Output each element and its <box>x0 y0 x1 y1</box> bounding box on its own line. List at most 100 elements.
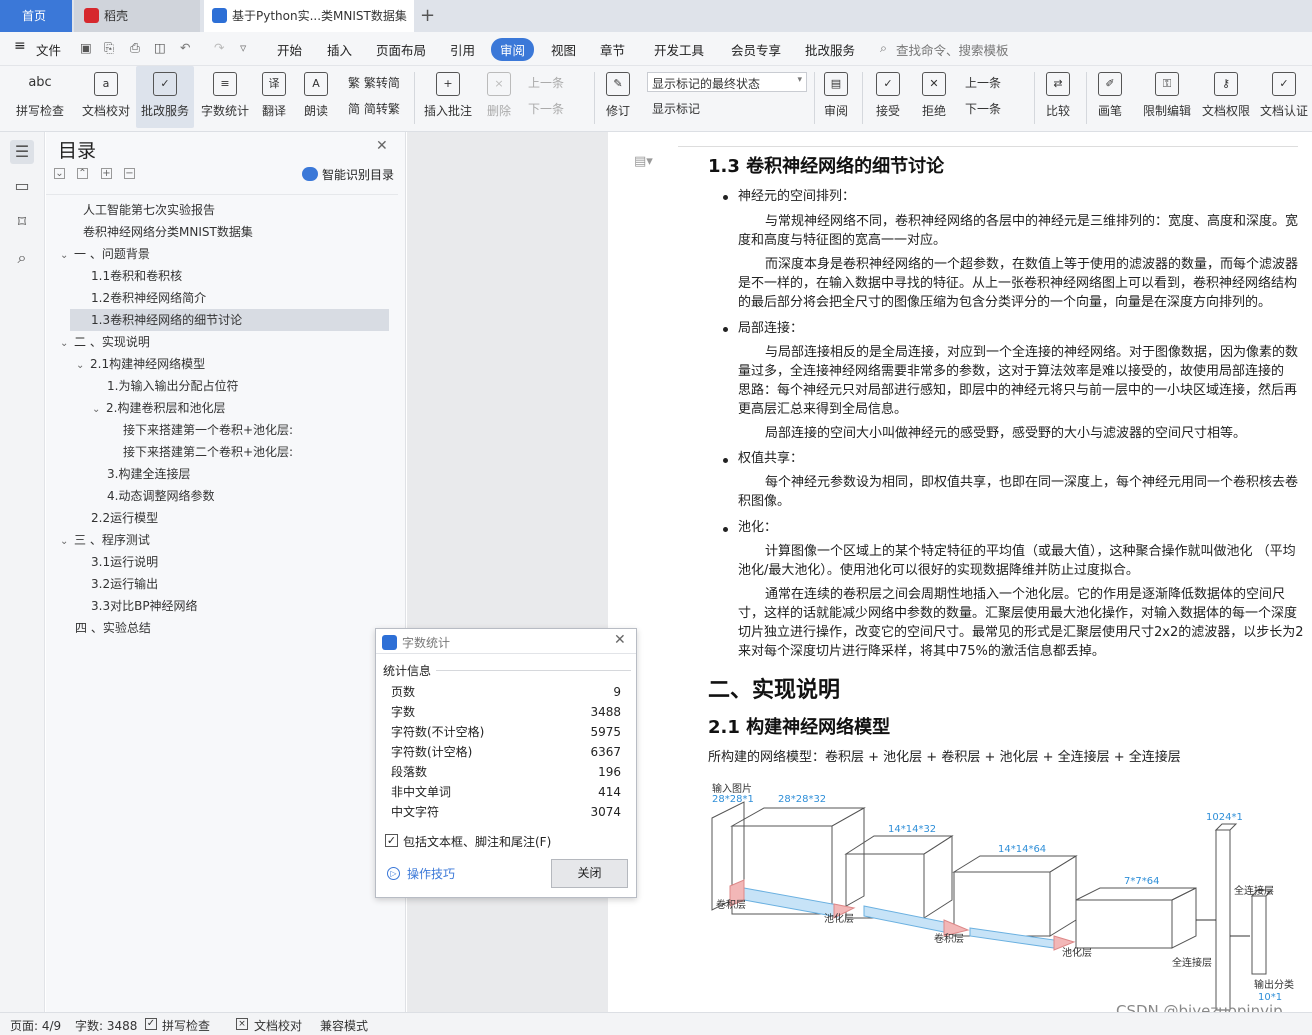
preview-icon[interactable]: ◫ <box>154 40 166 55</box>
tab-home[interactable]: 首页 <box>0 0 72 32</box>
toc-item[interactable]: 接下来搭建第二个卷积+池化层: <box>123 441 293 463</box>
translate-button[interactable]: 译 翻译 <box>256 66 292 128</box>
delete-comment-button[interactable]: × 删除 <box>480 66 518 128</box>
toc-item[interactable]: 卷积神经网络分类MNIST数据集 <box>83 221 253 243</box>
toc-item[interactable]: 2.2运行模型 <box>91 507 158 529</box>
menu-file[interactable]: 文件 <box>36 40 61 59</box>
toc-item[interactable]: 1.1卷积和卷积核 <box>91 265 182 287</box>
document-page[interactable]: ▤▾ 1.3 卷积神经网络的细节讨论 神经元的空间排列： 与常规神经网络不同，卷… <box>608 132 1312 1020</box>
word-count-dialog: 字数统计 ✕ 统计信息 页数 9 字数 3488 字符数(不计空格) 5975 字符数… <box>375 628 637 898</box>
menu-insert[interactable]: 插入 <box>327 40 352 59</box>
correction-service-button[interactable]: ✓ 批改服务 <box>136 66 194 128</box>
markup-state-select[interactable]: 显示标记的最终状态 ▾ <box>647 72 807 92</box>
nav-pane-icon[interactable]: ▭ <box>10 174 34 198</box>
chevron-down-icon[interactable]: ⌄ <box>92 399 106 421</box>
spellcheck-status[interactable]: 拼写检查 <box>162 1017 210 1034</box>
toc-item[interactable]: ⌄ 三 、程序测试 <box>60 529 150 551</box>
pen-button[interactable]: ✐ 画笔 <box>1090 66 1130 128</box>
menu-member[interactable]: 会员专享 <box>731 40 781 59</box>
chevron-down-icon[interactable]: ⌄ <box>60 531 74 553</box>
to-traditional-button[interactable]: 繁 繁转简 <box>348 74 400 91</box>
toc-item[interactable]: 3.2运行输出 <box>91 573 158 595</box>
word-count-indicator[interactable]: 字数: 3488 <box>75 1017 137 1034</box>
expand-up-icon[interactable]: ⌃ <box>77 168 88 179</box>
toc-item[interactable]: ⌄ 2.1构建神经网络模型 <box>76 353 205 375</box>
doc-proof-button[interactable]: a 文档校对 <box>78 66 134 128</box>
menu-page-layout[interactable]: 页面布局 <box>376 40 426 59</box>
word-count-button[interactable]: ≡ 字数统计 <box>198 66 252 128</box>
undo-icon[interactable]: ↶ <box>180 40 190 55</box>
doc-permission-button[interactable]: ⚷ 文档权限 <box>1199 66 1253 128</box>
include-notes-checkbox[interactable]: ✓ <box>385 834 398 847</box>
show-markup-button[interactable]: 显示标记 <box>652 100 700 117</box>
next-change-button[interactable]: 下一条 <box>965 100 1001 117</box>
restrict-editing-button[interactable]: ⚿ 限制编辑 <box>1140 66 1194 128</box>
chevron-down-icon[interactable]: ⌄ <box>60 333 74 355</box>
save-icon[interactable]: ▣ <box>80 40 92 55</box>
track-changes-button[interactable]: ✎ 修订 <box>598 66 638 128</box>
export-icon[interactable]: ⎘ <box>104 40 114 56</box>
compare-button[interactable]: ⇄ 比较 <box>1038 66 1078 128</box>
chevron-down-icon[interactable]: ⌄ <box>60 245 74 267</box>
toc-item[interactable]: ⌄ 一 、问题背景 <box>60 243 150 265</box>
menu-reference[interactable]: 引用 <box>450 40 475 59</box>
toc-item[interactable]: ⌄ 2.构建卷积层和池化层 <box>92 397 225 419</box>
new-tab-button[interactable]: + <box>420 0 436 32</box>
remove-level-icon[interactable]: − <box>124 168 135 179</box>
redo-icon[interactable]: ↷ <box>214 40 224 55</box>
conv1-box-top <box>730 807 866 827</box>
hamburger-icon[interactable]: ≡ <box>14 38 26 54</box>
close-button[interactable]: 关闭 <box>551 859 628 888</box>
review-pane-button[interactable]: ▤ 审阅 <box>816 66 856 128</box>
toc-icon[interactable]: ☰ <box>10 140 34 164</box>
smart-toc-button[interactable]: 智能识别目录 <box>322 166 394 183</box>
collapse-all-icon[interactable]: ⌄ <box>54 168 65 179</box>
toc-item[interactable]: 人工智能第七次实验报告 <box>83 199 215 221</box>
more-icon[interactable]: ▿ <box>240 40 246 55</box>
reject-button[interactable]: ✕ 拒绝 <box>914 66 954 128</box>
bookmark-icon[interactable]: ⌑ <box>10 210 34 234</box>
tab-document[interactable]: 基于Python实...类MNIST数据集 <box>204 0 414 32</box>
read-aloud-button[interactable]: A 朗读 <box>298 66 334 128</box>
toc-item[interactable]: 1.2卷积神经网络简介 <box>91 287 206 309</box>
menu-review[interactable]: 审阅 <box>491 38 535 61</box>
toc-item[interactable]: 3.1运行说明 <box>91 551 158 573</box>
tips-link[interactable]: 操作技巧 <box>407 865 455 882</box>
tab-daoke[interactable]: 稻壳 <box>74 0 200 32</box>
find-icon[interactable]: ⌕ <box>10 246 34 270</box>
close-icon[interactable]: ✕ <box>376 138 388 154</box>
toc-item[interactable]: ⌄ 二 、实现说明 <box>60 331 150 353</box>
toc-item[interactable]: 四 、实验总结 <box>75 617 151 639</box>
print-icon[interactable]: ⎙ <box>130 40 140 56</box>
stat-label: 字数 <box>391 705 416 719</box>
add-level-icon[interactable]: + <box>101 168 112 179</box>
prev-comment-button[interactable]: 上一条 <box>528 74 564 91</box>
doc-certification-button[interactable]: ✓ 文档认证 <box>1256 66 1312 128</box>
next-change-label: 下一条 <box>965 102 1002 116</box>
to-simplified-button[interactable]: 简 简转繁 <box>348 100 400 117</box>
toc-item-selected[interactable]: 1.3卷积神经网络的细节讨论 <box>70 309 389 331</box>
insert-comment-button[interactable]: + 插入批注 <box>420 66 476 128</box>
menu-developer[interactable]: 开发工具 <box>654 40 704 59</box>
prev-change-button[interactable]: 上一条 <box>965 74 1001 91</box>
toc-item[interactable]: 3.构建全连接层 <box>107 463 190 485</box>
menu-chapter[interactable]: 章节 <box>600 40 625 59</box>
toc-item[interactable]: 3.3对比BP神经网络 <box>91 595 198 617</box>
comment-icon: + <box>436 72 460 96</box>
spellcheck-button[interactable]: abc 拼写检查 <box>8 66 72 128</box>
menu-correction-service[interactable]: 批改服务 <box>805 40 855 59</box>
chevron-down-icon[interactable]: ⌄ <box>76 355 90 377</box>
menu-view[interactable]: 视图 <box>551 40 576 59</box>
toc-item[interactable]: 接下来搭建第一个卷积+池化层: <box>123 419 293 441</box>
command-search[interactable]: 查找命令、搜索模板 <box>896 40 1009 59</box>
spellcheck-checkbox-icon[interactable]: ✓ <box>145 1018 157 1030</box>
toc-item[interactable]: 1.为输入输出分配占位符 <box>107 375 238 397</box>
next-comment-button[interactable]: 下一条 <box>528 100 564 117</box>
close-icon[interactable]: ✕ <box>614 632 626 648</box>
accept-button[interactable]: ✓ 接受 <box>868 66 908 128</box>
doc-proof-status[interactable]: 文档校对 <box>254 1017 302 1034</box>
page-options-icon[interactable]: ▤▾ <box>634 154 653 169</box>
toc-item[interactable]: 4.动态调整网络参数 <box>107 485 214 507</box>
page-indicator[interactable]: 页面: 4/9 <box>10 1017 61 1034</box>
menu-start[interactable]: 开始 <box>277 40 302 59</box>
